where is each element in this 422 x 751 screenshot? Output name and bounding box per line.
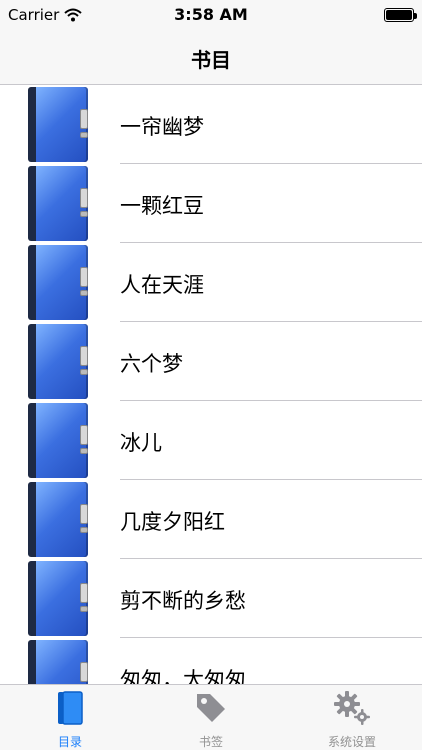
- book-row[interactable]: 剪不断的乡愁: [0, 559, 422, 638]
- book-title: 人在天涯: [120, 273, 204, 297]
- book-row[interactable]: 人在天涯: [0, 243, 422, 322]
- book-cover-icon: [28, 640, 88, 684]
- battery-icon: [384, 8, 417, 22]
- book-row[interactable]: 几度夕阳红: [0, 480, 422, 559]
- book-cover-icon: [28, 166, 88, 241]
- book-row[interactable]: 六个梦: [0, 322, 422, 401]
- page-title: 书目: [191, 48, 231, 72]
- tab-bookmarks[interactable]: 书签: [141, 685, 281, 751]
- gear-icon: [282, 691, 422, 725]
- navigation-bar: 书目: [0, 30, 422, 85]
- book-row[interactable]: 匆匆，太匆匆: [0, 638, 422, 684]
- book-cover-icon: [28, 245, 88, 320]
- tag-icon: [141, 691, 281, 725]
- tab-settings[interactable]: 系统设置: [282, 685, 422, 751]
- book-title: 冰儿: [120, 431, 162, 455]
- tab-catalog[interactable]: 目录: [0, 685, 140, 751]
- book-title: 一颗红豆: [120, 194, 204, 218]
- book-row[interactable]: 一颗红豆: [0, 164, 422, 243]
- book-row[interactable]: 冰儿: [0, 401, 422, 480]
- book-cover-icon: [28, 482, 88, 557]
- book-cover-icon: [28, 324, 88, 399]
- book-cover-icon: [28, 561, 88, 636]
- book-list[interactable]: 一帘幽梦 一颗红豆 人在天涯 六个梦 冰儿 几度夕阳红 剪不断的乡愁 匆匆，太匆…: [0, 85, 422, 684]
- book-cover-icon: [28, 403, 88, 478]
- book-title: 一帘幽梦: [120, 115, 204, 139]
- book-icon: [0, 691, 140, 725]
- tab-bar: 目录 书签 系统设置: [0, 684, 422, 750]
- tab-label: 目录: [57, 735, 82, 749]
- tab-label: 系统设置: [327, 735, 376, 749]
- book-title: 六个梦: [120, 352, 183, 376]
- book-title: 几度夕阳红: [120, 510, 225, 534]
- status-time: 3:58 AM: [174, 5, 248, 24]
- tab-label: 书签: [198, 735, 223, 749]
- book-title: 剪不断的乡愁: [120, 589, 246, 613]
- book-row[interactable]: 一帘幽梦: [0, 85, 422, 164]
- status-bar: Carrier 3:58 AM: [0, 0, 422, 30]
- book-title: 匆匆，太匆匆: [120, 668, 246, 684]
- book-cover-icon: [28, 87, 88, 162]
